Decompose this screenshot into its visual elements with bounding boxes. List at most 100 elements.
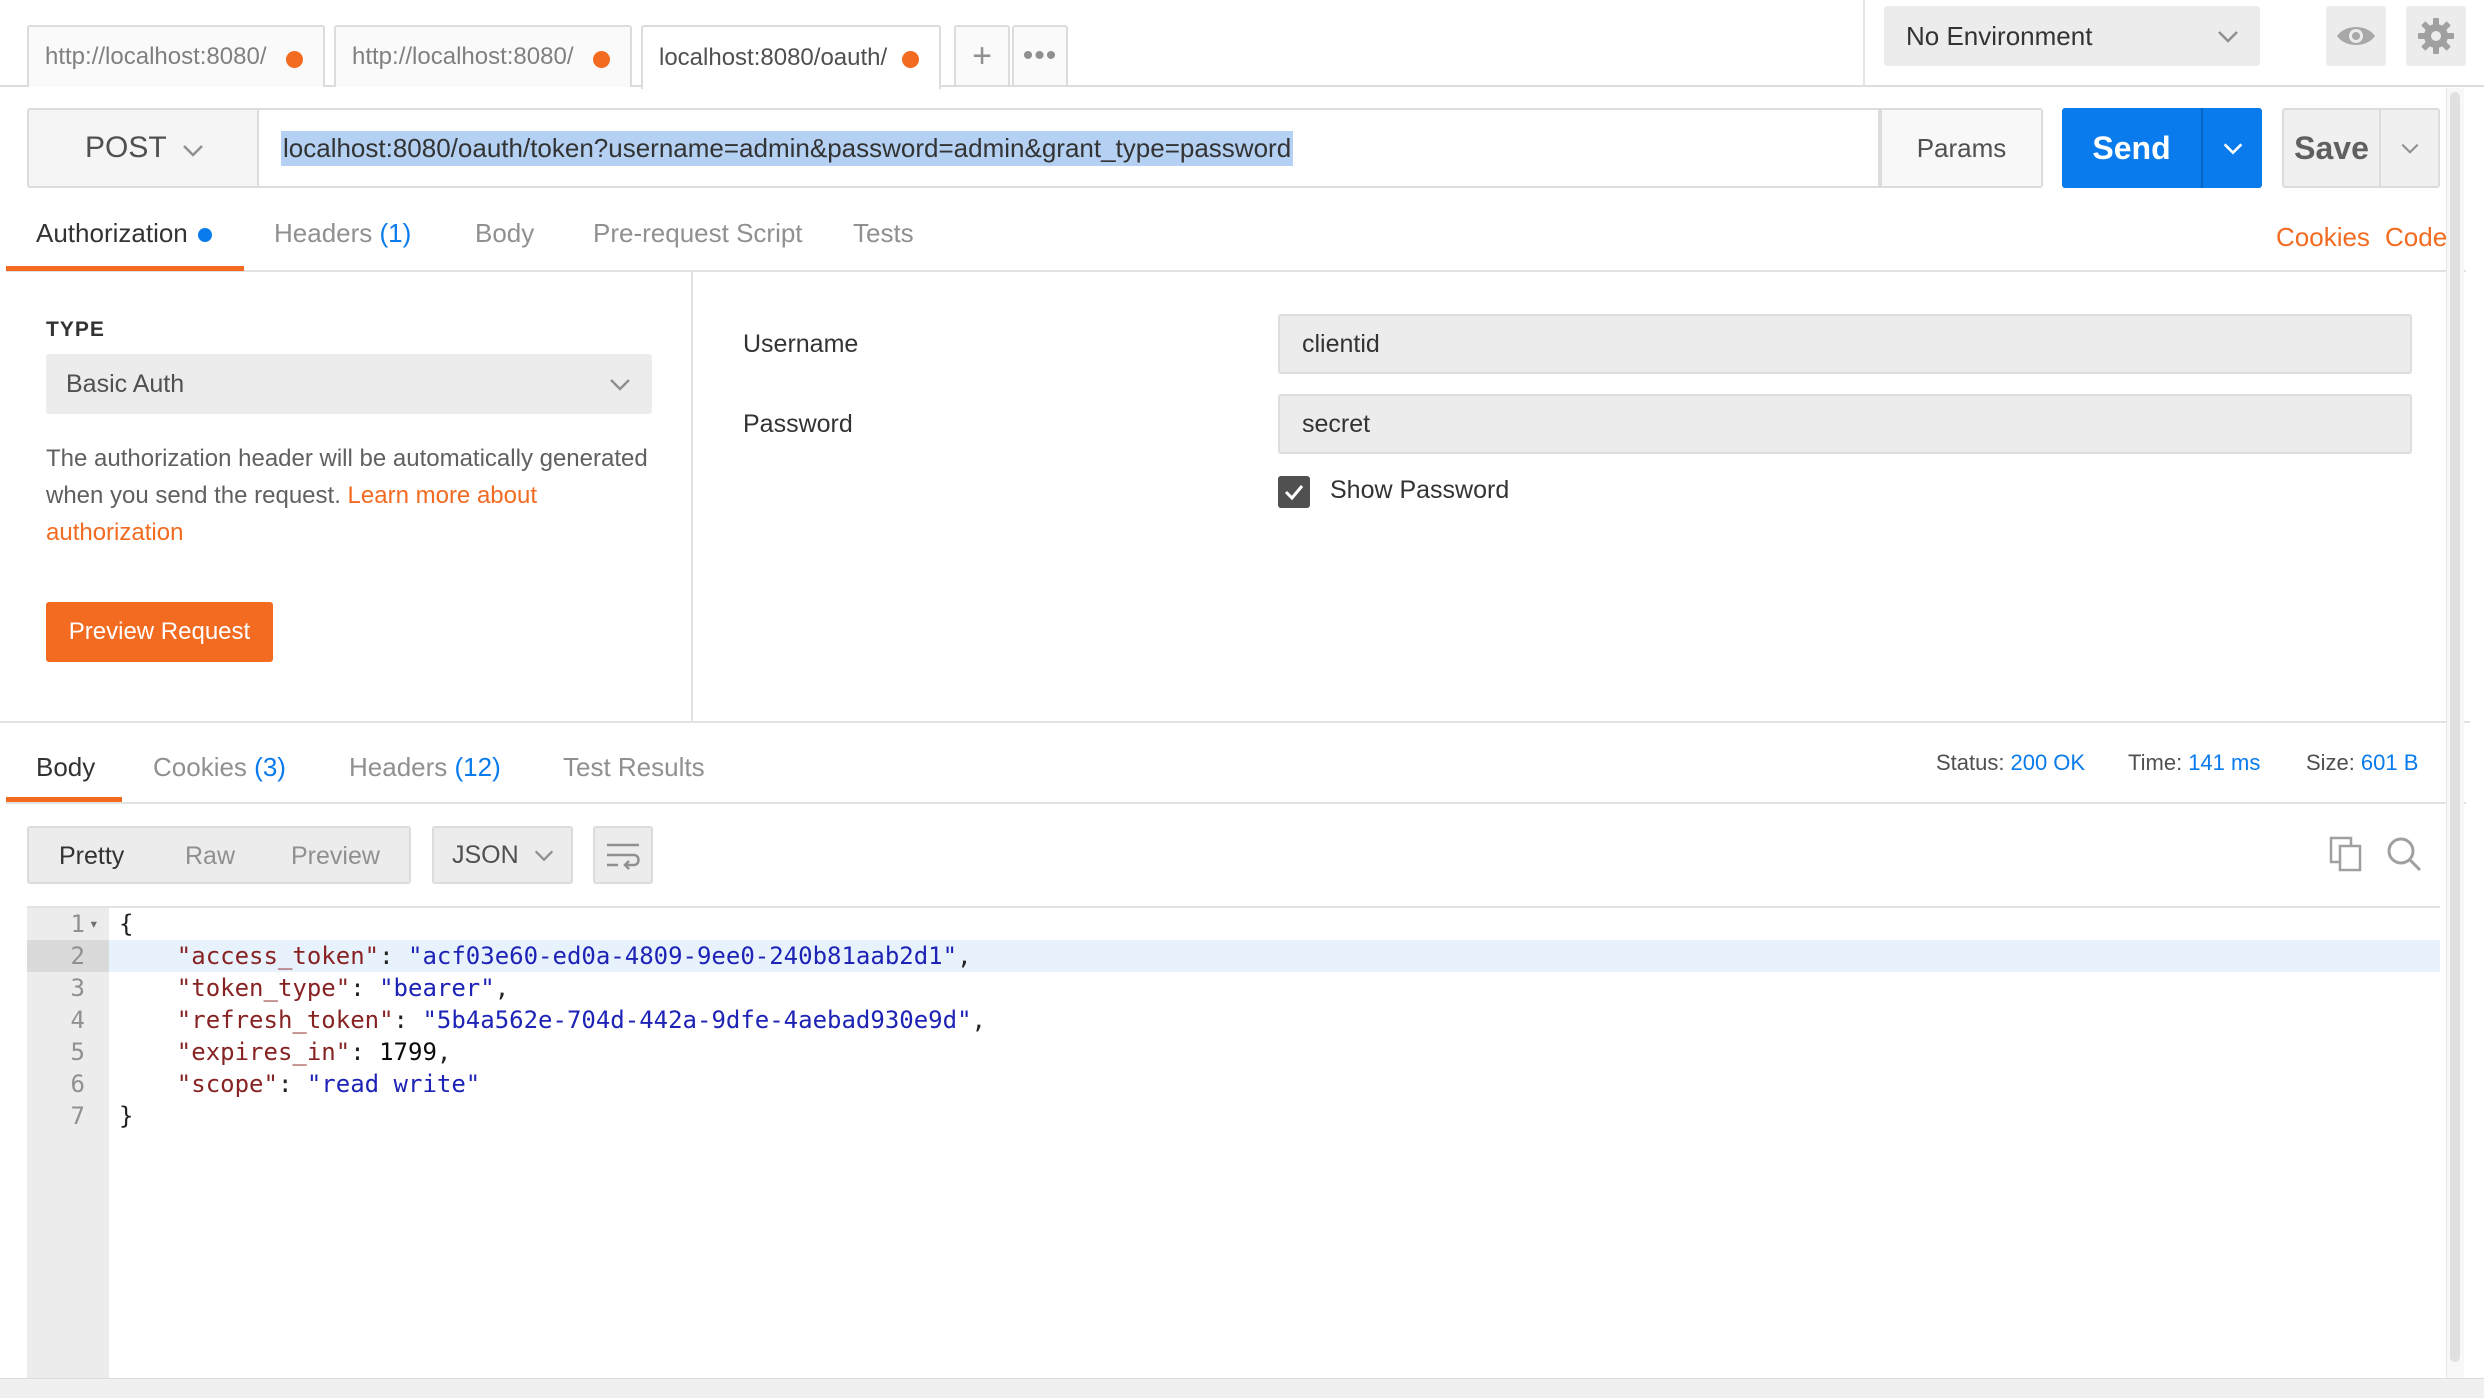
username-field[interactable]: clientid [1278,314,2412,374]
chevron-down-icon [534,850,554,862]
settings-button[interactable] [2406,6,2466,66]
chevron-down-icon [183,145,203,157]
tab-label: Body [36,752,96,782]
response-headers-count: (12) [454,752,501,782]
status-value: 200 OK [2010,750,2086,775]
active-tab-underline [6,266,244,271]
gear-icon [2418,18,2454,54]
url-input[interactable]: localhost:8080/oauth/token?username=admi… [259,108,1880,188]
preview-request-label: Preview Request [68,618,251,645]
json-key: "expires_in" [176,1038,351,1066]
time-label: Time: [2128,750,2183,775]
size-label: Size: [2306,750,2355,775]
request-tab-3-active[interactable]: localhost:8080/oauth/ [641,25,941,89]
params-button[interactable]: Params [1880,108,2043,188]
json-colon: : [350,974,380,1002]
tab-body[interactable]: Body [475,218,534,249]
show-password-checkbox[interactable] [1278,476,1310,508]
json-comma: , [957,942,972,970]
password-field[interactable]: secret [1278,394,2412,454]
line-number: 5 [70,1038,85,1066]
bottom-status-bar [0,1378,2484,1398]
code-text: "expires_in": 1799, [119,1036,452,1068]
show-password-label[interactable]: Show Password [1330,476,1509,505]
fold-arrow-icon[interactable]: ▾ [89,908,99,940]
postman-window: http://localhost:8080/ http://localhost:… [0,0,2484,1398]
send-options-button[interactable] [2201,108,2262,188]
json-comma: , [436,1038,452,1066]
top-divider [1863,0,1865,87]
line-number: 1 [70,910,85,938]
json-comma: , [494,974,510,1002]
search-icon [2387,837,2422,872]
code-text: "refresh_token": "5b4a562e-704d-442a-9df… [119,1004,986,1036]
password-label: Password [743,410,853,438]
save-options-button[interactable] [2381,108,2440,188]
tab-label: Test Results [563,752,705,782]
search-response-button[interactable] [2380,830,2428,878]
chevron-down-icon [2218,31,2238,43]
new-tab-button[interactable]: + [954,25,1010,85]
environment-select[interactable]: No Environment [1884,6,2260,66]
save-button[interactable]: Save [2282,108,2381,188]
environment-quick-look-button[interactable] [2326,6,2386,66]
url-text: localhost:8080/oauth/token?username=admi… [281,130,1294,166]
password-value: secret [1302,409,1371,438]
code-text: "scope": "read write" [119,1068,480,1100]
response-body-editor[interactable]: 1 ▾ { 2 "access_token": "acf03e60-ed0a-4… [27,906,2440,1382]
scrollbar-thumb[interactable] [2450,92,2460,1362]
tab-tests[interactable]: Tests [853,218,914,249]
method-label: POST [85,131,167,164]
auth-type-select[interactable]: Basic Auth [46,354,652,414]
copy-response-button[interactable] [2322,830,2370,878]
tab-authorization[interactable]: Authorization [36,218,212,249]
request-tab-label: http://localhost:8080/ [352,43,574,70]
ellipsis-icon: ••• [1022,39,1058,72]
status-label: Status: [1936,750,2005,775]
tab-test-results[interactable]: Test Results [563,752,705,783]
size-readout: Size: 601 B [2306,750,2418,776]
code-text: } [119,1102,134,1130]
request-tab-1[interactable]: http://localhost:8080/ [27,25,325,87]
save-label: Save [2294,129,2369,166]
tab-response-headers[interactable]: Headers (12) [349,752,501,783]
line-number: 6 [70,1070,85,1098]
tab-label: Body [475,218,535,248]
send-label: Send [2092,129,2171,166]
tab-pre-request-script[interactable]: Pre-request Script [593,218,803,249]
json-colon: : [277,1070,307,1098]
cookies-link[interactable]: Cookies [2276,222,2370,253]
username-value: clientid [1302,329,1380,358]
json-key: "token_type" [176,974,351,1002]
send-button[interactable]: Send [2062,108,2201,188]
request-tab-2[interactable]: http://localhost:8080/ [334,25,632,87]
request-tab-label: localhost:8080/oauth/ [659,44,888,71]
tab-response-body[interactable]: Body [36,752,95,783]
code-link[interactable]: Code [2385,222,2447,253]
json-comma: , [971,1006,986,1034]
more-tabs-button[interactable]: ••• [1012,25,1068,85]
username-label: Username [743,330,859,358]
tab-response-cookies[interactable]: Cookies (3) [153,752,286,783]
status-readout: Status: 200 OK [1936,750,2085,776]
method-select[interactable]: POST [27,108,259,188]
checkmark-icon [1284,485,1304,501]
view-preview-button[interactable]: Preview [291,842,380,871]
chevron-down-icon [2401,143,2418,154]
code-line: 5 "expires_in": 1799, [27,1036,2440,1068]
line-number: 4 [70,1006,85,1034]
wrap-lines-button[interactable] [593,826,653,884]
tab-label: Cookies [153,752,247,782]
auth-description: The authorization header will be automat… [46,440,666,551]
json-key: "access_token" [176,942,380,970]
active-tab-underline [6,797,122,802]
eye-icon [2337,27,2375,45]
active-indicator-icon [197,228,212,243]
view-pretty-button[interactable]: Pretty [59,842,124,871]
preview-request-button[interactable]: Preview Request [46,602,273,662]
tab-headers[interactable]: Headers (1) [274,218,411,249]
view-raw-button[interactable]: Raw [185,842,235,871]
code-line: 7 } [27,1100,2440,1132]
format-select[interactable]: JSON [432,826,573,884]
line-number: 3 [70,974,85,1002]
